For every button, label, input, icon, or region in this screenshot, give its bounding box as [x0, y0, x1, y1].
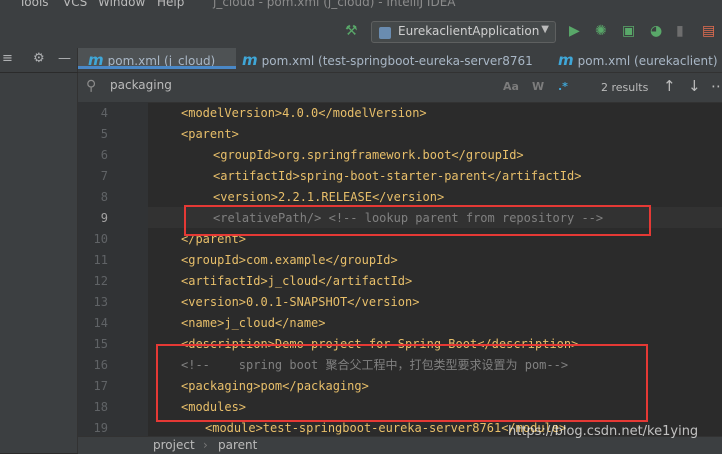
project-panel-header: ≡ ⚙ — [0, 48, 78, 73]
minimize-icon[interactable]: — [58, 51, 71, 66]
menu-tools[interactable]: Tools [19, 0, 49, 9]
line-number: 10 [93, 232, 108, 246]
profile-icon[interactable]: ◕ [650, 23, 662, 39]
tab-label: pom.xml (test-springboot-eureka-server87… [261, 54, 532, 68]
code-line: <artifactId>spring-boot-starter-parent</… [213, 169, 582, 183]
chevron-down-icon: ▼ [541, 24, 549, 35]
line-number: 17 [93, 379, 108, 393]
annotation-box-relative-path [184, 205, 651, 236]
build-icon[interactable]: ▤ [702, 23, 715, 39]
spring-app-icon [379, 27, 391, 39]
menu-window[interactable]: Window [98, 0, 145, 9]
annotation-box-packaging [156, 344, 648, 422]
arrow-up-icon[interactable]: ↑ [663, 77, 676, 95]
window-title: j_cloud - pom.xml (j_cloud) - IntelliJ I… [213, 0, 456, 9]
coverage-icon[interactable]: ▣ [622, 23, 635, 39]
search-icon[interactable]: ⚲ [86, 78, 96, 94]
breadcrumb-separator: › [203, 438, 208, 452]
main-toolbar: ⚒ EurekaclientApplication ▼ ▶ ✺ ▣ ◕ ▮ ▤ [0, 12, 722, 49]
stop-icon[interactable]: ▮ [676, 23, 684, 39]
run-configuration-label: EurekaclientApplication [398, 24, 540, 38]
line-number: 18 [93, 400, 108, 414]
debug-icon[interactable]: ✺ [595, 23, 607, 39]
code-line: <groupId>com.example</groupId> [181, 253, 398, 267]
hammer-icon[interactable]: ⚒ [345, 23, 358, 39]
code-line: <name>j_cloud</name> [181, 316, 326, 330]
regex-toggle[interactable]: .* [558, 80, 568, 93]
code-line: <artifactId>j_cloud</artifactId> [181, 274, 413, 288]
tab-label: pom.xml (eurekaclient) [577, 54, 718, 68]
words-toggle[interactable]: W [532, 80, 544, 93]
arrow-down-icon[interactable]: ↓ [688, 77, 701, 95]
line-number: 13 [93, 295, 108, 309]
line-number: 8 [100, 190, 108, 204]
line-number: 11 [93, 253, 108, 267]
menu-bar: Tools VCS Window Help j_cloud - pom.xml … [0, 0, 722, 12]
menu-vcs[interactable]: VCS [63, 0, 87, 9]
run-icon[interactable]: ▶ [569, 23, 580, 39]
run-configuration-select[interactable]: EurekaclientApplication ▼ [371, 21, 556, 43]
line-number: 14 [93, 316, 108, 330]
project-panel: ≡ ⚙ — [0, 48, 78, 453]
maven-file-icon: m [88, 51, 104, 69]
watermark: https://blog.csdn.net/ke1ying [508, 424, 699, 439]
editor-tabs: m pom.xml (j_cloud) m pom.xml (test-spring… [78, 48, 722, 73]
line-number: 9 [100, 211, 108, 225]
line-number: 16 [93, 358, 108, 372]
maven-file-icon: m [242, 51, 258, 69]
collapse-icon[interactable]: ≡ [2, 51, 13, 66]
gear-icon[interactable]: ⚙ [33, 51, 45, 66]
code-line: <groupId>org.springframework.boot</group… [213, 148, 524, 162]
code-line: <modelVersion>4.0.0</modelVersion> [181, 106, 427, 120]
code-line: <parent> [181, 127, 239, 141]
breadcrumb-project[interactable]: project [153, 438, 195, 452]
tab-pom-eurekaclient[interactable]: m pom.xml (eurekaclient) [550, 48, 722, 72]
line-number: 6 [100, 148, 108, 162]
line-number: 15 [93, 337, 108, 351]
search-results-count: 2 results [601, 81, 649, 94]
tab-label: pom.xml (j_cloud) [107, 54, 216, 68]
find-bar: ⚲ packaging Aa W .* 2 results ↑ ↓ ⋯ [78, 73, 722, 103]
line-number: 19 [93, 421, 108, 435]
tab-pom-j-cloud[interactable]: m pom.xml (j_cloud) [78, 48, 236, 69]
line-number: 12 [93, 274, 108, 288]
match-case-toggle[interactable]: Aa [503, 80, 519, 93]
more-icon[interactable]: ⋯ [711, 77, 722, 95]
editor-gutter: 4 5 6 7 8 9 10 11 12 13 14 15 16 17 18 1… [78, 102, 148, 436]
line-number: 5 [100, 127, 108, 141]
breadcrumb-parent[interactable]: parent [218, 438, 257, 452]
menu-help[interactable]: Help [157, 0, 184, 9]
tab-pom-eureka-server[interactable]: m pom.xml (test-springboot-eureka-server8… [236, 48, 532, 72]
maven-file-icon: m [558, 51, 574, 69]
code-line: <version>0.0.1-SNAPSHOT</version> [181, 295, 420, 309]
search-input[interactable]: packaging [110, 78, 172, 92]
line-number: 7 [100, 169, 108, 183]
line-number: 4 [100, 106, 108, 120]
